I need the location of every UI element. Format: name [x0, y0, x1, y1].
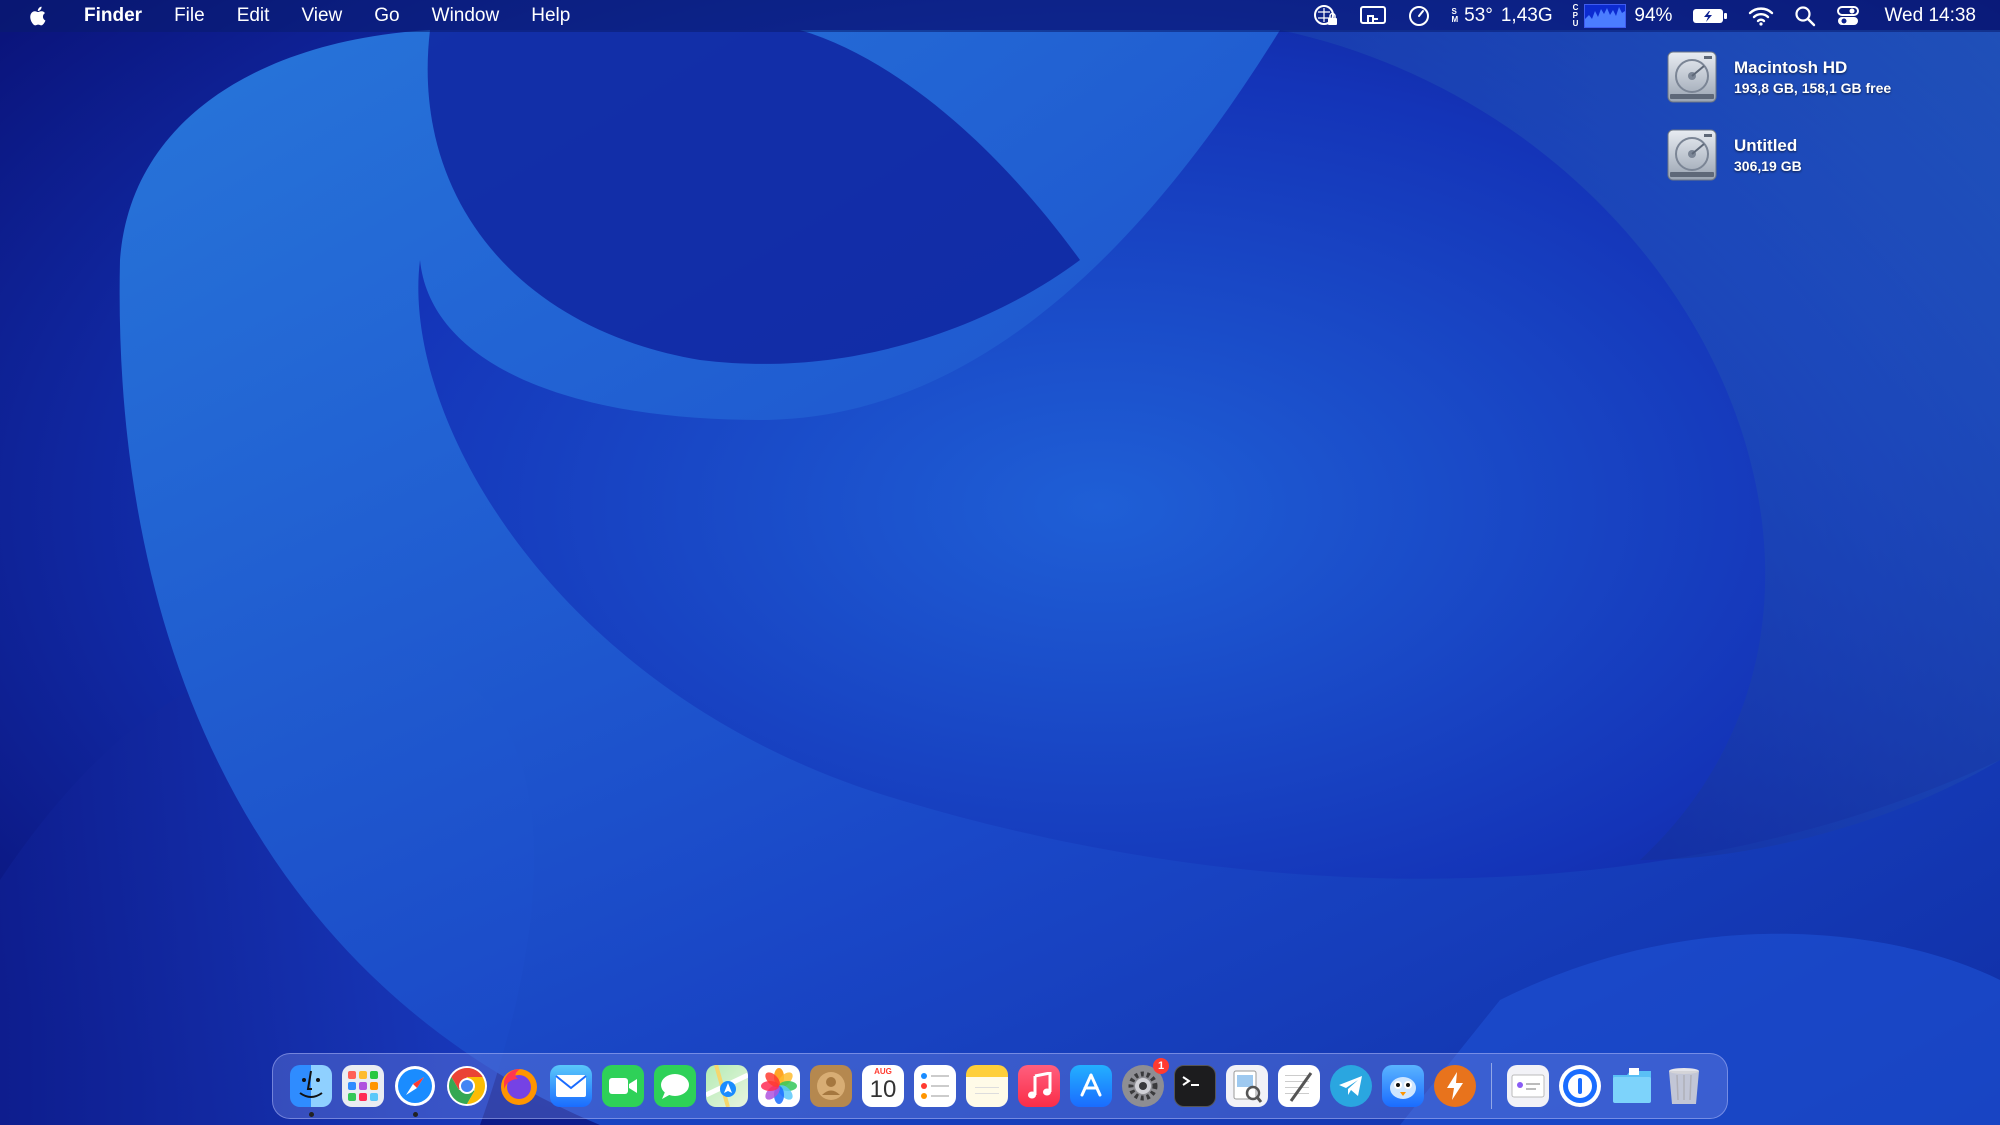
running-indicator: [412, 1112, 418, 1117]
cpu-graph: [1584, 4, 1627, 28]
mail-folder-icon: [1511, 1074, 1545, 1098]
speed-gauge-icon[interactable]: [1397, 0, 1441, 32]
dock-tweetbot[interactable]: [1382, 1065, 1424, 1107]
spotlight-search-icon[interactable]: [1784, 0, 1826, 32]
drive-name: Untitled: [1734, 136, 1798, 155]
dock-chrome[interactable]: [446, 1065, 488, 1107]
dock-music[interactable]: [1018, 1065, 1060, 1107]
clock-text: Wed 14:38: [1884, 5, 1976, 26]
maps-icon: [706, 1065, 748, 1107]
chrome-icon: [447, 1066, 487, 1106]
dock-launchpad[interactable]: [342, 1065, 384, 1107]
cpu-stats[interactable]: CPU 94%: [1563, 0, 1683, 32]
dock-textedit[interactable]: [1278, 1065, 1320, 1107]
running-indicator: [308, 1112, 314, 1117]
messages-bubble-icon: [661, 1074, 689, 1099]
contacts-person-icon: [817, 1072, 845, 1100]
menubar-clock[interactable]: Wed 14:38: [1870, 0, 2000, 32]
sensor-stats[interactable]: SM 53° 1,43G: [1441, 0, 1562, 32]
safari-compass-icon: [395, 1066, 435, 1106]
telegram-plane-icon: [1339, 1076, 1362, 1096]
airplay-display-icon[interactable]: [1349, 0, 1397, 32]
calendar-day: 10: [869, 1076, 897, 1103]
menu-view[interactable]: View: [285, 0, 358, 32]
finder-face-icon: [299, 1070, 323, 1098]
dock-mail-folder[interactable]: [1507, 1065, 1549, 1107]
trash-can-icon: [1669, 1068, 1699, 1104]
cpu-vertical-label: CPU: [1572, 3, 1579, 28]
dock-trash[interactable]: [1663, 1065, 1705, 1107]
gear-icon: [1128, 1071, 1158, 1101]
temperature-text: 53°: [1464, 5, 1493, 26]
firefox-icon: [501, 1069, 537, 1105]
dock-reeder[interactable]: [1434, 1065, 1476, 1107]
reminders-list-icon: [921, 1073, 949, 1099]
dock-1password[interactable]: [1559, 1065, 1601, 1107]
lightning-bolt-icon: [1447, 1072, 1463, 1100]
memory-text: 1,43G: [1500, 5, 1553, 26]
dock-telegram[interactable]: [1330, 1065, 1372, 1107]
dock-preview[interactable]: [1226, 1065, 1268, 1107]
dock-finder[interactable]: [290, 1065, 332, 1117]
control-center-icon[interactable]: [1826, 0, 1870, 32]
stats-vertical-label: SM: [1451, 7, 1459, 24]
dock-calendar[interactable]: AUG 10: [862, 1065, 904, 1107]
preview-icon: [1233, 1070, 1263, 1103]
cpu-percent-text: 94%: [1634, 5, 1673, 26]
launchpad-grid-icon: [348, 1071, 378, 1101]
menu-window[interactable]: Window: [416, 0, 516, 32]
dock-app-store[interactable]: [1070, 1065, 1112, 1107]
dock-maps[interactable]: [706, 1065, 748, 1107]
dock-facetime[interactable]: [602, 1065, 644, 1107]
wifi-icon[interactable]: [1738, 0, 1784, 32]
hard-drive-icon: [1664, 48, 1720, 106]
desktop-screen: Finder File Edit View Go Window Help S M…: [0, 0, 2000, 1125]
dock-messages[interactable]: [654, 1065, 696, 1107]
dock-notes[interactable]: [966, 1065, 1008, 1107]
desktop-drive-macintosh-hd[interactable]: Macintosh HD 193,8 GB, 158,1 GB free: [1664, 48, 1891, 106]
dock-downloads-folder[interactable]: [1611, 1065, 1653, 1107]
dock-reminders[interactable]: [914, 1065, 956, 1107]
terminal-prompt-icon: [1182, 1076, 1199, 1086]
dock-system-settings[interactable]: 1: [1122, 1058, 1169, 1107]
textedit-pen-icon: [1285, 1072, 1313, 1102]
menu-file[interactable]: File: [158, 0, 221, 32]
dock-contacts[interactable]: [810, 1065, 852, 1107]
vpn-lock-icon[interactable]: [1303, 0, 1349, 32]
tweetbot-bird-icon: [1390, 1077, 1416, 1099]
photos-flower-icon: [761, 1068, 797, 1104]
notes-lines-icon: [975, 1087, 999, 1094]
dock-separator: [1491, 1063, 1492, 1109]
app-store-icon: [1080, 1073, 1102, 1097]
dock-photos[interactable]: [758, 1065, 800, 1107]
music-note-icon: [1028, 1072, 1052, 1099]
menu-app-name[interactable]: Finder: [70, 0, 158, 32]
drive-info: 193,8 GB, 158,1 GB free: [1734, 80, 1892, 96]
drive-name: Macintosh HD: [1734, 58, 1848, 77]
1password-key-icon: [1563, 1069, 1597, 1103]
apple-menu-icon[interactable]: [24, 3, 50, 29]
drive-info: 306,19 GB: [1734, 158, 1802, 174]
battery-charging-icon[interactable]: [1682, 0, 1738, 32]
hard-drive-icon: [1664, 126, 1720, 184]
dock-terminal[interactable]: [1174, 1065, 1216, 1107]
menu-go[interactable]: Go: [358, 0, 415, 32]
dock: AUG 10 1: [272, 1053, 1728, 1119]
desktop-drive-untitled[interactable]: Untitled 306,19 GB: [1664, 126, 1802, 184]
menu-edit[interactable]: Edit: [221, 0, 286, 32]
folder-icon: [1613, 1068, 1651, 1103]
calendar-month: AUG: [874, 1067, 892, 1076]
dock-safari[interactable]: [394, 1065, 436, 1117]
notification-badge: 1: [1153, 1058, 1169, 1074]
mail-envelope-icon: [555, 1075, 587, 1097]
dock-mail[interactable]: [550, 1065, 592, 1107]
menu-help[interactable]: Help: [515, 0, 586, 32]
dock-firefox[interactable]: [498, 1065, 540, 1107]
menu-bar: Finder File Edit View Go Window Help S M…: [0, 0, 2000, 32]
facetime-camera-icon: [609, 1078, 637, 1094]
